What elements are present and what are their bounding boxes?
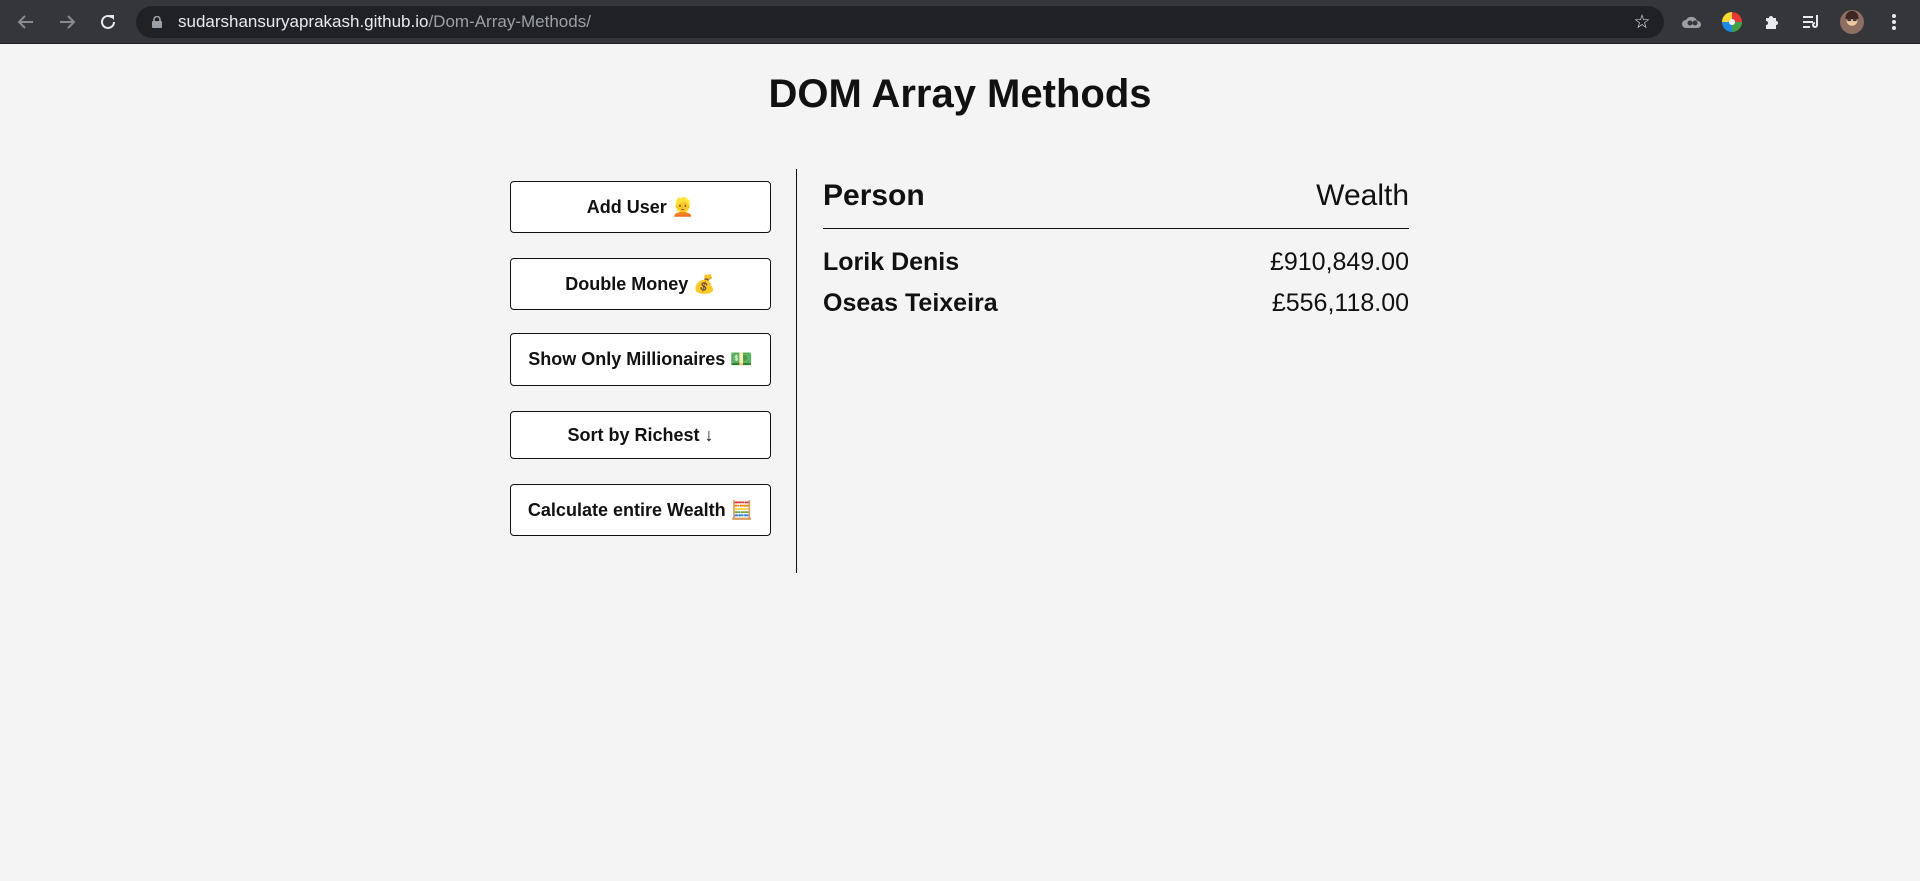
add-user-button[interactable]: Add User 👱	[510, 181, 771, 233]
wealth-heading: Wealth	[1316, 179, 1409, 212]
back-button[interactable]	[13, 9, 39, 35]
kebab-menu-icon[interactable]	[1882, 10, 1906, 34]
page-title: DOM Array Methods	[768, 72, 1152, 116]
actions-sidebar: Add User 👱 Double Money 💰 Show Only Mill…	[510, 169, 797, 573]
person-heading: Person	[823, 179, 925, 212]
puzzle-extensions-icon[interactable]	[1760, 10, 1784, 34]
browser-toolbar: sudarshansuryaprakash.github.io/Dom-Arra…	[0, 0, 1920, 44]
person-name: Oseas Teixeira	[823, 289, 998, 317]
wealth-table: Person Wealth Lorik Denis £910,849.00 Os…	[823, 169, 1409, 323]
table-row: Oseas Teixeira £556,118.00	[823, 282, 1409, 323]
arrow-left-icon	[17, 15, 33, 29]
person-wealth: £910,849.00	[1269, 248, 1409, 276]
color-wheel-extension-icon[interactable]	[1720, 10, 1744, 34]
show-millionaires-button[interactable]: Show Only Millionaires 💵	[510, 333, 771, 386]
person-wealth: £556,118.00	[1271, 289, 1409, 317]
lock-icon	[152, 16, 162, 28]
table-row: Lorik Denis £910,849.00	[823, 241, 1409, 282]
reload-icon	[101, 14, 115, 29]
forward-button[interactable]	[54, 9, 80, 35]
profile-avatar[interactable]	[1840, 10, 1864, 34]
arrow-right-icon	[60, 15, 76, 29]
calculate-wealth-button[interactable]: Calculate entire Wealth 🧮	[510, 484, 771, 536]
person-name: Lorik Denis	[823, 248, 960, 276]
double-money-button[interactable]: Double Money 💰	[510, 258, 771, 310]
sort-richest-button[interactable]: Sort by Richest ↓	[510, 411, 771, 459]
reading-list-icon[interactable]	[1800, 10, 1824, 34]
url-path: /Dom-Array-Methods/	[428, 12, 591, 31]
table-heading: Person Wealth	[823, 169, 1409, 229]
cloud-extension-icon[interactable]	[1680, 10, 1704, 34]
url-text: sudarshansuryaprakash.github.io/Dom-Arra…	[178, 6, 591, 38]
bookmark-star-icon[interactable]: ☆	[1630, 10, 1654, 34]
url-host: sudarshansuryaprakash.github.io	[178, 12, 429, 31]
reload-button[interactable]	[95, 9, 121, 35]
address-bar[interactable]: sudarshansuryaprakash.github.io/Dom-Arra…	[136, 6, 1664, 38]
